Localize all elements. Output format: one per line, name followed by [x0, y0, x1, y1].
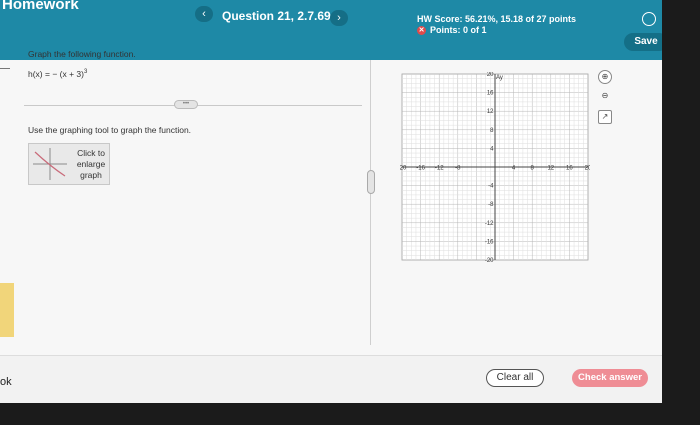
- left-footer-text: ok: [0, 376, 12, 388]
- x-tick-label: 16: [566, 166, 573, 172]
- y-tick-label: -20: [485, 258, 494, 262]
- zoom-in-icon[interactable]: ⊕: [598, 70, 612, 84]
- y-tick-label: 20: [487, 72, 494, 78]
- graph-thumbnail-icon: [33, 148, 67, 180]
- question-title: Question 21, 2.7.69: [222, 9, 331, 23]
- x-tick-label: -20: [400, 166, 407, 172]
- function-expression: h(x) = − (x + 3)3: [28, 69, 87, 79]
- x-tick-label: -12: [435, 166, 444, 172]
- hw-score: HW Score: 56.21%, 15.18 of 27 points: [417, 14, 577, 24]
- x-tick-label: -8: [455, 166, 461, 172]
- graph-instruction: Use the graphing tool to graph the funct…: [28, 125, 192, 135]
- x-tick-label: 12: [547, 166, 554, 172]
- panel-resize-handle[interactable]: [367, 170, 375, 194]
- x-tick-label: 20: [585, 166, 590, 172]
- graph-area[interactable]: -20-16-12-84812162020161284-4-8-12-16-20…: [400, 72, 590, 262]
- side-tab[interactable]: [0, 283, 14, 337]
- y-tick-label: -4: [488, 184, 494, 190]
- check-answer-button[interactable]: Check answer: [572, 369, 648, 387]
- save-button[interactable]: Save: [624, 33, 662, 51]
- screen: Homework ‹ Question 21, 2.7.69 › HW Scor…: [0, 0, 662, 403]
- app-title: Homework: [2, 0, 79, 13]
- points-text: Points: 0 of 1: [430, 25, 487, 35]
- next-question-button[interactable]: ›: [330, 10, 348, 26]
- previous-question-button[interactable]: ‹: [195, 6, 213, 22]
- problem-prompt: Graph the following function.: [28, 49, 136, 59]
- y-tick-label: 16: [487, 91, 494, 97]
- bottom-bar: [0, 355, 662, 403]
- y-tick-label: -8: [488, 202, 494, 208]
- left-edge-divider: [0, 68, 10, 69]
- function-exponent: 3: [83, 69, 88, 76]
- divider-handle[interactable]: •••: [174, 100, 198, 109]
- y-tick-label: -16: [485, 239, 494, 245]
- panel-divider: [370, 60, 371, 345]
- clear-all-button[interactable]: Clear all: [486, 369, 544, 387]
- enlarge-label: Click to enlarge graph: [76, 148, 106, 180]
- incorrect-icon: ✕: [417, 25, 426, 35]
- function-text: h(x) = − (x + 3): [28, 69, 84, 79]
- y-tick-label: -12: [485, 221, 494, 227]
- y-tick-label: 12: [487, 109, 494, 115]
- x-tick-label: -16: [416, 166, 425, 172]
- settings-gear-icon[interactable]: [642, 12, 656, 26]
- external-link-icon[interactable]: ↗: [598, 110, 612, 124]
- points-status: ✕ Points: 0 of 1: [417, 25, 487, 35]
- zoom-out-icon[interactable]: ⊖: [598, 90, 612, 104]
- enlarge-graph-button[interactable]: Click to enlarge graph: [28, 143, 110, 185]
- y-axis-label: Ay: [496, 75, 503, 81]
